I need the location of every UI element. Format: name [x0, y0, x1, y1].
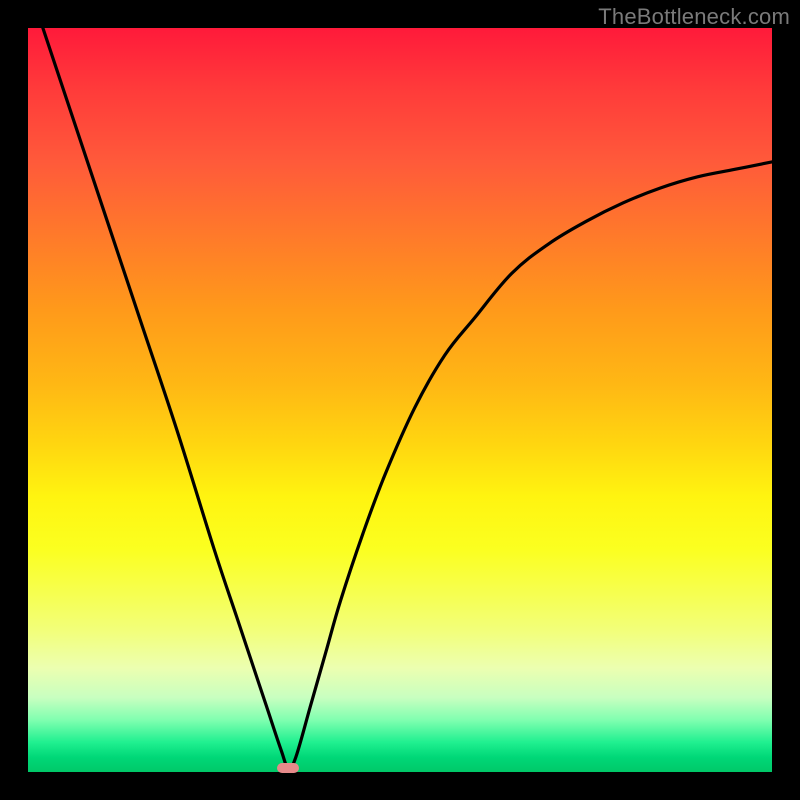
plot-area [28, 28, 772, 772]
minimum-marker [277, 763, 299, 773]
bottleneck-curve-path [43, 28, 772, 769]
watermark-text: TheBottleneck.com [598, 4, 790, 30]
curve-svg [28, 28, 772, 772]
chart-frame: TheBottleneck.com [0, 0, 800, 800]
